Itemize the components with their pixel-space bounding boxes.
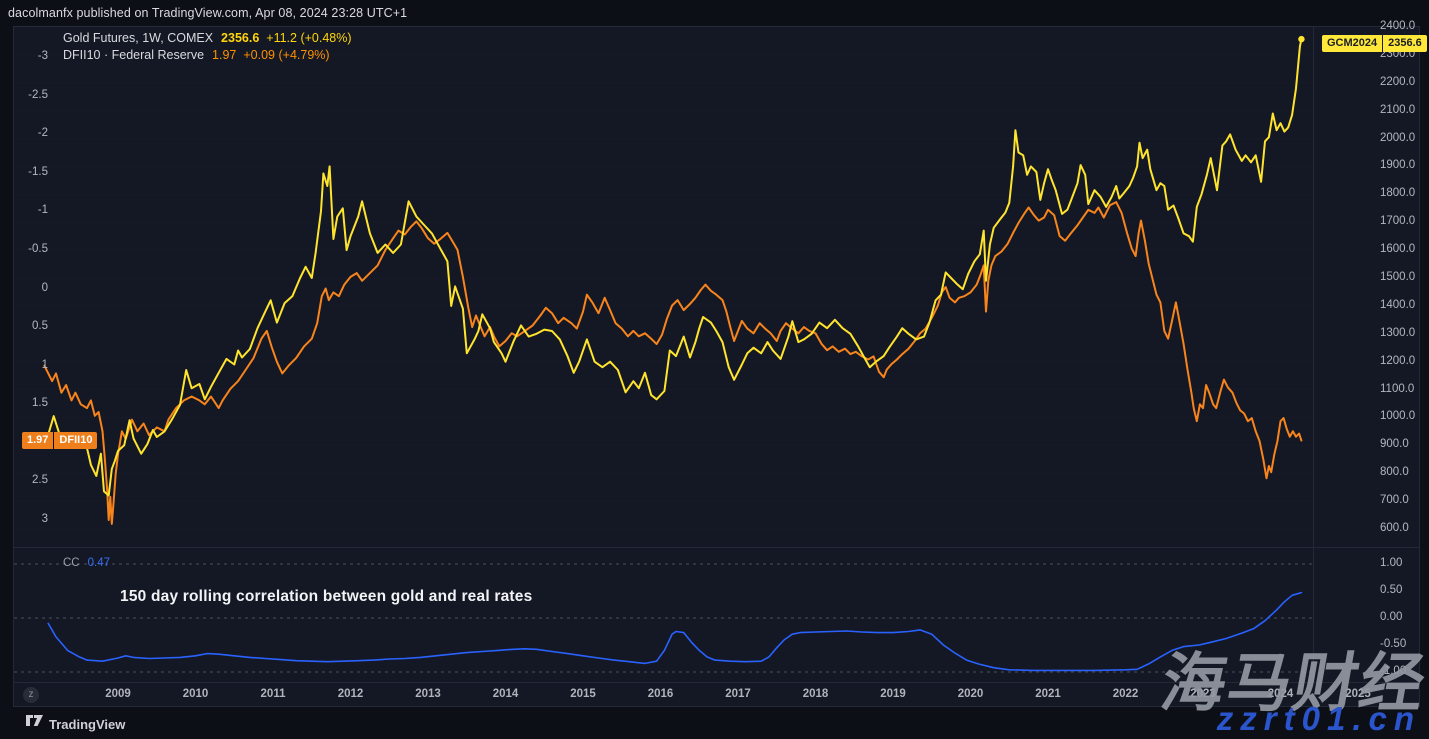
axis-tick-label: 1400.0 bbox=[1380, 299, 1415, 311]
gold-change: +11.2 (+0.48%) bbox=[266, 31, 351, 45]
time-axis-year-label: 2018 bbox=[803, 688, 829, 700]
dfii-change: +0.09 (+4.79%) bbox=[243, 48, 329, 62]
dfii-badge-value: 1.97 bbox=[22, 432, 53, 449]
axis-tick-label: 800.0 bbox=[1380, 466, 1409, 478]
time-axis-year-label: 2014 bbox=[493, 688, 519, 700]
pane-divider[interactable] bbox=[13, 547, 1420, 548]
gold-last-point-marker bbox=[1298, 36, 1304, 42]
axis-tick-label: -0.5 bbox=[0, 243, 48, 255]
cc-indicator-label: CC bbox=[63, 557, 80, 569]
tradingview-logo-icon bbox=[26, 715, 43, 734]
price-scale-divider bbox=[1313, 26, 1314, 682]
chart-canvas[interactable] bbox=[0, 0, 1429, 739]
axis-tick-label: 0.00 bbox=[1380, 611, 1402, 623]
time-axis-year-label: 2009 bbox=[105, 688, 131, 700]
main-legend: Gold Futures, 1W, COMEX 2356.6 +11.2 (+0.4… bbox=[63, 30, 352, 64]
axis-tick-label: 1500.0 bbox=[1380, 271, 1415, 283]
time-axis-year-label: 2022 bbox=[1113, 688, 1139, 700]
axis-tick-label: 1000.0 bbox=[1380, 410, 1415, 422]
gold-last-price: 2356.6 bbox=[221, 31, 259, 45]
axis-tick-label: 700.0 bbox=[1380, 494, 1409, 506]
legend-row-gold: Gold Futures, 1W, COMEX 2356.6 +11.2 (+0.4… bbox=[63, 30, 352, 47]
time-axis-year-label: 2020 bbox=[958, 688, 984, 700]
tradingview-snapshot: dacolmanfx published on TradingView.com,… bbox=[0, 0, 1429, 739]
timezone-button[interactable]: z bbox=[23, 687, 39, 703]
axis-tick-label: 1.00 bbox=[1380, 557, 1402, 569]
axis-tick-label: -2.5 bbox=[0, 89, 48, 101]
gold-symbol-label: Gold Futures, 1W, COMEX bbox=[63, 31, 213, 45]
time-axis-year-label: 2021 bbox=[1035, 688, 1061, 700]
time-axis-year-label: 2010 bbox=[183, 688, 209, 700]
correlation-legend: CC 0.47 bbox=[63, 557, 110, 569]
gold-badge-ticker: GCM2024 bbox=[1322, 35, 1382, 52]
dfii-last-price: 1.97 bbox=[212, 48, 236, 62]
legend-row-dfii: DFII10 · Federal Reserve 1.97 +0.09 (+4.79… bbox=[63, 47, 352, 64]
axis-tick-label: 1.5 bbox=[0, 397, 48, 409]
tradingview-brand-label: TradingView bbox=[49, 717, 125, 732]
axis-tick-label: 2.5 bbox=[0, 474, 48, 486]
gold-price-badge: GCM2024 2356.6 bbox=[1322, 35, 1427, 52]
axis-tick-label: 2000.0 bbox=[1380, 132, 1415, 144]
time-axis-year-label: 2017 bbox=[725, 688, 751, 700]
time-axis-year-label: 2016 bbox=[648, 688, 674, 700]
time-axis-year-label: 2011 bbox=[261, 688, 286, 700]
axis-tick-label: 1700.0 bbox=[1380, 215, 1415, 227]
axis-tick-label: 0.5 bbox=[0, 320, 48, 332]
gold-badge-value: 2356.6 bbox=[1382, 35, 1427, 52]
axis-tick-label: 1300.0 bbox=[1380, 327, 1415, 339]
axis-tick-label: 0 bbox=[0, 282, 48, 294]
time-axis-year-label: 2012 bbox=[338, 688, 364, 700]
watermark-site-text: zzrt01.cn bbox=[1217, 700, 1421, 738]
axis-tick-label: 2200.0 bbox=[1380, 76, 1415, 88]
axis-tick-label: -1 bbox=[0, 204, 48, 216]
axis-tick-label: 1800.0 bbox=[1380, 187, 1415, 199]
time-axis-year-label: 2015 bbox=[570, 688, 596, 700]
time-axis-year-label: 2019 bbox=[880, 688, 906, 700]
axis-tick-label: 1900.0 bbox=[1380, 159, 1415, 171]
axis-tick-label: 1600.0 bbox=[1380, 243, 1415, 255]
axis-tick-label: 900.0 bbox=[1380, 438, 1409, 450]
axis-tick-label: 3 bbox=[0, 513, 48, 525]
axis-tick-label: -2 bbox=[0, 127, 48, 139]
cc-value: 0.47 bbox=[88, 557, 110, 569]
axis-tick-label: -1.5 bbox=[0, 166, 48, 178]
axis-tick-label: 1 bbox=[0, 359, 48, 371]
axis-tick-label: 0.50 bbox=[1380, 584, 1402, 596]
axis-tick-label: 2100.0 bbox=[1380, 104, 1415, 116]
dfii-badge-ticker: DFII10 bbox=[53, 432, 97, 449]
axis-tick-label: 1200.0 bbox=[1380, 355, 1415, 367]
gold-line bbox=[47, 39, 1302, 495]
dfii-symbol-label: DFII10 · Federal Reserve bbox=[63, 48, 204, 62]
correlation-annotation: 150 day rolling correlation between gold… bbox=[120, 588, 532, 606]
tradingview-brand-link[interactable]: TradingView bbox=[26, 715, 125, 734]
axis-tick-label: 1100.0 bbox=[1380, 383, 1414, 395]
axis-tick-label: 600.0 bbox=[1380, 522, 1409, 534]
axis-tick-label: 2400.0 bbox=[1380, 20, 1415, 32]
axis-tick-label: -3 bbox=[0, 50, 48, 62]
dfii-price-badge: 1.97 DFII10 bbox=[22, 432, 97, 449]
time-axis-year-label: 2013 bbox=[415, 688, 441, 700]
